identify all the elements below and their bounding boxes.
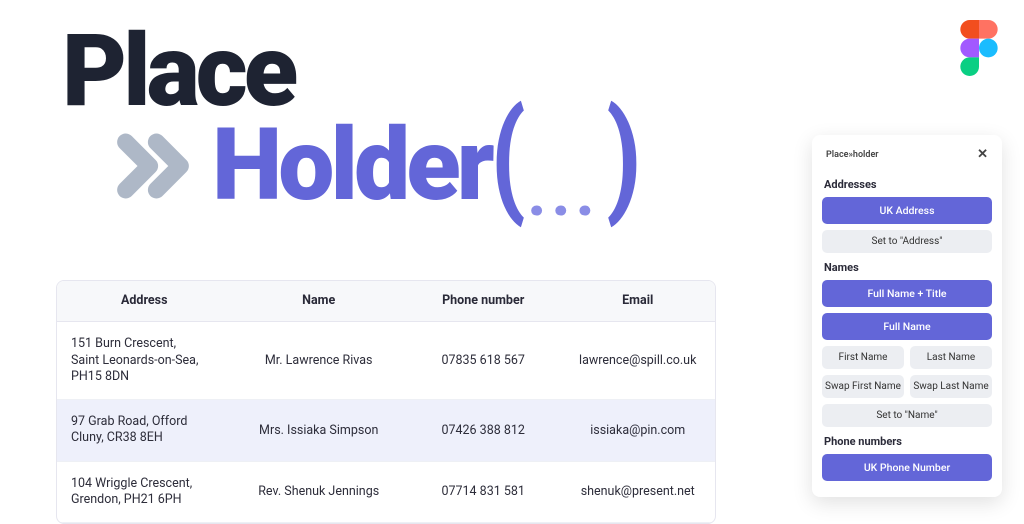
panel-title: Place»holder (826, 150, 879, 160)
full-name-title-button[interactable]: Full Name + Title (822, 280, 992, 307)
table-row: 151 Burn Crescent, Saint Leonards-on-Sea… (57, 322, 715, 400)
product-logo: Place Holder(...) (62, 22, 637, 216)
cell-email: lawrence@spill.co.uk (560, 322, 715, 399)
table-header-name: Name (231, 281, 405, 321)
cell-email: shenuk@present.net (560, 462, 715, 523)
section-title-names: Names (824, 261, 992, 274)
set-to-address-button[interactable]: Set to "Address" (822, 230, 992, 253)
table-header-email: Email (560, 281, 715, 321)
table-header-address: Address (57, 281, 231, 321)
cell-email: issiaka@pin.com (560, 400, 715, 461)
table-row: 104 Wriggle Crescent, Grendon, PH21 6PH … (57, 462, 715, 524)
table-header-row: Address Name Phone number Email (57, 281, 715, 322)
cell-name: Rev. Shenuk Jennings (231, 462, 405, 523)
cell-phone: 07714 831 581 (406, 462, 561, 523)
set-to-name-button[interactable]: Set to "Name" (822, 404, 992, 427)
cell-address: 104 Wriggle Crescent, Grendon, PH21 6PH (57, 462, 231, 523)
cell-phone: 07426 388 812 (406, 400, 561, 461)
plugin-panel: Place»holder ✕ Addresses UK Address Set … (812, 135, 1002, 497)
figma-logo-icon (960, 20, 998, 80)
table-row: 97 Grab Road, Offord Cluny, CR38 8EH Mrs… (57, 400, 715, 462)
close-icon[interactable]: ✕ (977, 147, 988, 162)
chevron-right-double-icon (112, 125, 194, 207)
swap-first-name-button[interactable]: Swap First Name (822, 375, 904, 398)
cell-name: Mrs. Issiaka Simpson (231, 400, 405, 461)
section-title-phones: Phone numbers (824, 435, 992, 448)
cell-phone: 07835 618 567 (406, 322, 561, 399)
uk-phone-number-button[interactable]: UK Phone Number (822, 454, 992, 481)
logo-text-holder: Holder(...) (212, 116, 637, 216)
cell-address: 151 Burn Crescent, Saint Leonards-on-Sea… (57, 322, 231, 399)
cell-address: 97 Grab Road, Offord Cluny, CR38 8EH (57, 400, 231, 461)
full-name-button[interactable]: Full Name (822, 313, 992, 340)
uk-address-button[interactable]: UK Address (822, 197, 992, 224)
cell-name: Mr. Lawrence Rivas (231, 322, 405, 399)
swap-last-name-button[interactable]: Swap Last Name (910, 375, 992, 398)
last-name-button[interactable]: Last Name (910, 346, 992, 369)
table-header-phone: Phone number (406, 281, 561, 321)
data-table: Address Name Phone number Email 151 Burn… (56, 280, 716, 524)
section-title-addresses: Addresses (824, 178, 992, 191)
first-name-button[interactable]: First Name (822, 346, 904, 369)
